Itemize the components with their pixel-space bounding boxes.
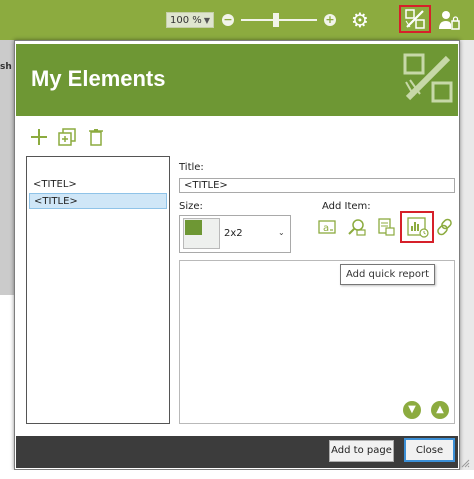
add-item-label: Add Item: [322, 201, 371, 212]
my-elements-icon [405, 9, 425, 29]
zoom-value: 100 % [170, 15, 202, 26]
add-quick-report-button[interactable] [400, 211, 434, 243]
size-value: 2x2 [224, 228, 243, 239]
add-to-page-button[interactable]: Add to page [329, 440, 394, 462]
zoom-in-icon[interactable]: + [324, 14, 336, 26]
document-icon[interactable] [377, 218, 395, 236]
dialog-title: My Elements [31, 66, 166, 91]
svg-text:a: a [323, 223, 329, 234]
text-icon[interactable]: a [318, 218, 336, 236]
my-elements-logo-icon [402, 52, 454, 104]
element-list[interactable]: <TITEL> <TITLE> [26, 156, 170, 424]
move-down-icon[interactable]: ▼ [403, 401, 421, 419]
background-bottom [0, 470, 474, 479]
quick-report-icon [407, 217, 429, 238]
size-preview-fill [185, 220, 202, 235]
chevron-down-icon: ▼ [203, 16, 210, 25]
chevron-down-icon: ⌄ [278, 228, 285, 237]
zoom-select[interactable]: 100 % ▼ [166, 12, 214, 28]
delete-icon[interactable] [87, 128, 105, 146]
background-panel-right [460, 40, 474, 470]
background-text: sh [0, 62, 12, 72]
zoom-out-icon[interactable]: − [222, 14, 234, 26]
duplicate-icon[interactable] [58, 128, 76, 146]
zoom-slider-thumb[interactable] [273, 13, 279, 27]
background-panel [0, 40, 14, 295]
tooltip: Add quick report [340, 264, 436, 285]
search-icon[interactable] [348, 218, 366, 236]
title-label: Title: [179, 162, 204, 173]
user-admin-icon[interactable] [437, 8, 461, 32]
move-up-icon[interactable]: ▲ [431, 401, 449, 419]
title-input[interactable]: <TITLE> [179, 178, 455, 193]
list-item-selected[interactable]: <TITLE> [29, 193, 167, 209]
zoom-slider[interactable] [241, 19, 317, 21]
gear-icon[interactable]: ⚙ [349, 9, 371, 31]
link-icon[interactable] [436, 218, 454, 236]
close-button[interactable]: Close [404, 438, 455, 462]
list-item[interactable]: <TITEL> [29, 177, 167, 193]
resize-grip-icon[interactable] [460, 458, 470, 468]
my-elements-button[interactable] [399, 5, 431, 33]
size-label: Size: [179, 201, 203, 212]
add-icon[interactable] [30, 128, 48, 146]
